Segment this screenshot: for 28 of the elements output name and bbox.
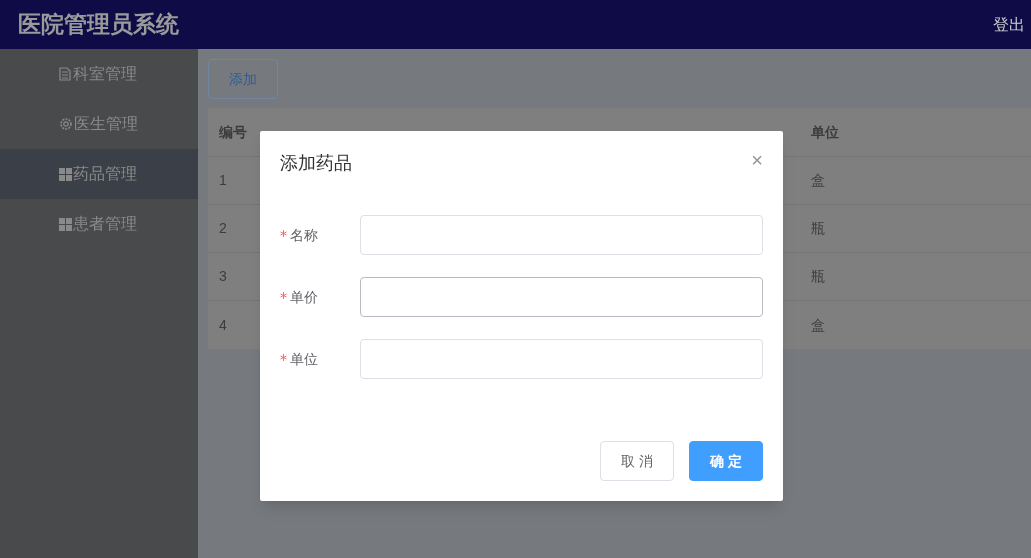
table-cell: 3: [219, 268, 227, 284]
app-title: 医院管理员系统: [18, 10, 179, 40]
table-cell: 瓶: [811, 220, 825, 236]
cancel-button[interactable]: 取 消: [600, 441, 674, 481]
grid-icon: [59, 217, 72, 231]
dialog-title: 添加药品: [280, 152, 352, 175]
close-button[interactable]: ×: [751, 152, 763, 168]
table-cell: 盒: [811, 316, 825, 333]
grid-icon: [59, 167, 72, 181]
logout-link[interactable]: 登出: [993, 12, 1025, 37]
table-cell: 瓶: [811, 268, 825, 284]
field-label: 名称: [290, 225, 318, 245]
add-button[interactable]: 添加: [208, 59, 278, 99]
field-label: 单价: [290, 287, 318, 307]
confirm-button[interactable]: 确 定: [689, 441, 763, 481]
table-cell: 4: [219, 316, 227, 333]
column-header: 单位: [811, 123, 839, 140]
sidebar-item[interactable]: 药品管理: [0, 149, 198, 199]
table-cell: 1: [219, 172, 227, 188]
input-field[interactable]: [360, 215, 763, 255]
table-cell: 2: [219, 220, 227, 236]
input-field[interactable]: [360, 277, 763, 317]
column-header: 编号: [219, 123, 247, 140]
field-label: 单位: [290, 349, 318, 369]
input-field[interactable]: [360, 339, 763, 379]
gear-icon: [59, 117, 73, 131]
document-icon: [59, 67, 71, 81]
table-cell: 盒: [811, 172, 825, 188]
